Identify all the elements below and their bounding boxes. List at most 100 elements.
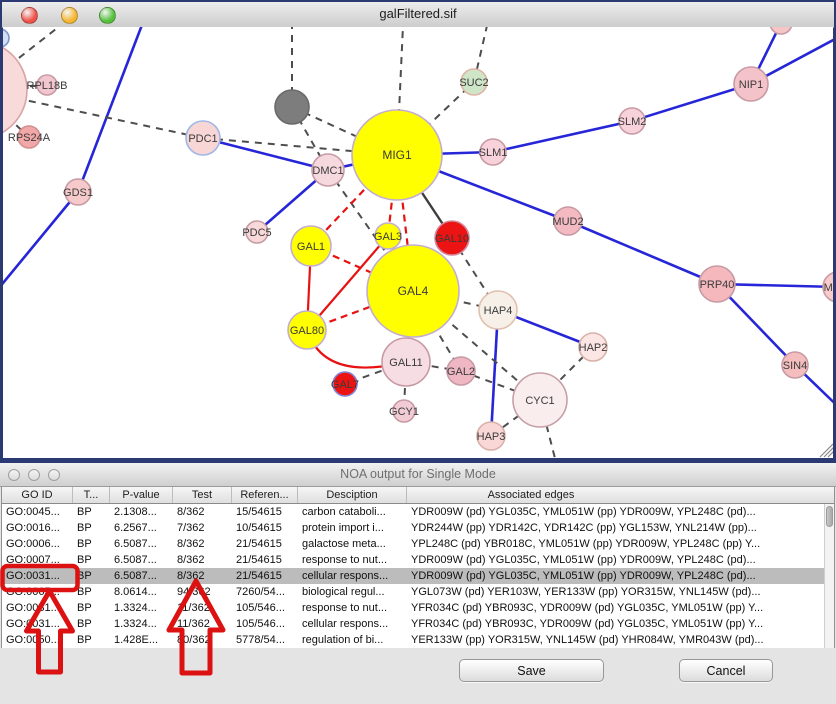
cell-test[interactable]: 7/362 — [173, 520, 232, 536]
cell-p[interactable]: 2.1308... — [110, 504, 173, 520]
column-header-type[interactable]: T... — [73, 487, 110, 503]
cell-ref[interactable]: 105/546... — [232, 616, 298, 632]
table-row[interactable]: GO:0031...BP6.5087...8/36221/54615cellul… — [2, 568, 824, 584]
cell-edges[interactable]: YDR244W (pp) YDR142C, YDR142C (pp) YGL15… — [407, 520, 824, 536]
noa-titlebar[interactable]: NOA output for Single Mode — [0, 463, 836, 487]
cell-desc[interactable]: carbon cataboli... — [298, 504, 407, 520]
cell-type[interactable]: BP — [73, 520, 110, 536]
cell-ref[interactable]: 105/546... — [232, 600, 298, 616]
cell-ref[interactable]: 21/54615 — [232, 536, 298, 552]
cell-test[interactable]: 8/362 — [173, 552, 232, 568]
cancel-button[interactable]: Cancel — [679, 659, 773, 682]
node-label-MUD2: MUD2 — [552, 216, 583, 228]
cell-test[interactable]: 8/362 — [173, 504, 232, 520]
cell-ref[interactable]: 10/54615 — [232, 520, 298, 536]
cell-ref[interactable]: 21/54615 — [232, 552, 298, 568]
cell-type[interactable]: BP — [73, 616, 110, 632]
cell-desc[interactable]: cellular respons... — [298, 616, 407, 632]
column-header-test[interactable]: Test — [173, 487, 232, 503]
table-row[interactable]: GO:0016...BP6.2567...7/36210/54615protei… — [2, 520, 824, 536]
cell-type[interactable]: BP — [73, 632, 110, 648]
node-topnode[interactable] — [770, 27, 792, 34]
cell-test[interactable]: 11/362 — [173, 616, 232, 632]
cell-edges[interactable]: YFR034C (pd) YBR093C, YDR009W (pd) YGL03… — [407, 600, 824, 616]
table-row[interactable]: GO:0007...BP6.5087...8/36221/54615respon… — [2, 552, 824, 568]
cell-go_id[interactable]: GO:0016... — [2, 520, 73, 536]
cell-test[interactable]: 8/362 — [173, 536, 232, 552]
edge-end-GDS1[interactable] — [78, 27, 150, 192]
cell-go_id[interactable]: GO:0006... — [2, 536, 73, 552]
edge-GDS1-end[interactable] — [3, 192, 78, 294]
cell-desc[interactable]: cellular respons... — [298, 568, 407, 584]
edge-MUD2-PRP40[interactable] — [568, 221, 717, 284]
cell-p[interactable]: 1.3324... — [110, 616, 173, 632]
cell-desc[interactable]: response to nut... — [298, 552, 407, 568]
table-row[interactable]: GO:0006...BP6.5087...8/36221/54615galact… — [2, 536, 824, 552]
cell-edges[interactable]: YDR009W (pd) YGL035C, YML051W (pp) YDR00… — [407, 568, 824, 584]
node-bluefrag[interactable] — [3, 29, 9, 47]
cell-type[interactable]: BP — [73, 584, 110, 600]
column-header-ref[interactable]: Referen... — [232, 487, 298, 503]
cell-p[interactable]: 8.0614... — [110, 584, 173, 600]
edge-SLM2-NIP1[interactable] — [632, 84, 751, 121]
cell-ref[interactable]: 7260/54... — [232, 584, 298, 600]
cell-desc[interactable]: response to nut... — [298, 600, 407, 616]
cell-p[interactable]: 6.5087... — [110, 536, 173, 552]
edge-SLM1-SLM2[interactable] — [493, 121, 632, 152]
noa-window: NOA output for Single Mode GO IDT...P-va… — [0, 463, 836, 704]
cell-p[interactable]: 6.5087... — [110, 568, 173, 584]
column-header-edges[interactable]: Associated edges — [407, 487, 824, 503]
network-canvas[interactable]: RPL18BRPS24AGDS1PDC1PDC5DMC1SUC2SLM1SLM2… — [3, 27, 833, 458]
network-titlebar[interactable]: galFiltered.sif — [2, 2, 834, 28]
cell-go_id[interactable]: GO:0031... — [2, 568, 73, 584]
cell-type[interactable]: BP — [73, 600, 110, 616]
cell-go_id[interactable]: GO:0050... — [2, 632, 73, 648]
cell-test[interactable]: 8/362 — [173, 568, 232, 584]
table-row[interactable]: GO:0065...BP8.0614...94/3627260/54...bio… — [2, 584, 824, 600]
cell-type[interactable]: BP — [73, 504, 110, 520]
cell-desc[interactable]: biological regul... — [298, 584, 407, 600]
cell-test[interactable]: 94/362 — [173, 584, 232, 600]
cell-go_id[interactable]: GO:0045... — [2, 504, 73, 520]
cell-ref[interactable]: 15/54615 — [232, 504, 298, 520]
table-row[interactable]: GO:0050...BP1.428E...80/3625778/54...reg… — [2, 632, 824, 648]
cell-type[interactable]: BP — [73, 568, 110, 584]
cell-ref[interactable]: 21/54615 — [232, 568, 298, 584]
cell-edges[interactable]: YDR009W (pd) YGL035C, YML051W (pp) YDR00… — [407, 552, 824, 568]
table-row[interactable]: GO:0031...BP1.3324...11/362105/546...cel… — [2, 616, 824, 632]
cell-go_id[interactable]: GO:0031... — [2, 616, 73, 632]
cell-test[interactable]: 80/362 — [173, 632, 232, 648]
node-label-SLM1: SLM1 — [479, 147, 508, 159]
cell-edges[interactable]: YPL248C (pd) YBR018C, YML051W (pp) YDR00… — [407, 536, 824, 552]
save-button[interactable]: Save — [459, 659, 604, 682]
column-header-p[interactable]: P-value — [110, 487, 173, 503]
cell-desc[interactable]: galactose meta... — [298, 536, 407, 552]
table-row[interactable]: GO:0045...BP2.1308...8/36215/54615carbon… — [2, 504, 824, 520]
column-header-go_id[interactable]: GO ID — [2, 487, 73, 503]
cell-type[interactable]: BP — [73, 536, 110, 552]
cell-test[interactable]: 11/362 — [173, 600, 232, 616]
cell-go_id[interactable]: GO:0007... — [2, 552, 73, 568]
node-label-PRP40: PRP40 — [700, 279, 735, 291]
cell-type[interactable]: BP — [73, 552, 110, 568]
column-header-desc[interactable]: Desciption — [298, 487, 407, 503]
cell-ref[interactable]: 5778/54... — [232, 632, 298, 648]
cell-desc[interactable]: regulation of bi... — [298, 632, 407, 648]
cell-go_id[interactable]: GO:0031... — [2, 600, 73, 616]
edge-PDC1-DMC1[interactable] — [203, 138, 328, 170]
cell-p[interactable]: 1.3324... — [110, 600, 173, 616]
cell-desc[interactable]: protein import i... — [298, 520, 407, 536]
node-gray1[interactable] — [275, 90, 309, 124]
table-row[interactable]: GO:0031...BP1.3324...11/362105/546...res… — [2, 600, 824, 616]
cell-p[interactable]: 6.2567... — [110, 520, 173, 536]
scrollbar-thumb[interactable] — [826, 506, 833, 527]
cell-go_id[interactable]: GO:0065... — [2, 584, 73, 600]
cell-p[interactable]: 1.428E... — [110, 632, 173, 648]
cell-edges[interactable]: YGL073W (pd) YER103W, YER133W (pp) YOR31… — [407, 584, 824, 600]
cell-edges[interactable]: YDR009W (pd) YGL035C, YML051W (pp) YDR00… — [407, 504, 824, 520]
node-label-NIP1: NIP1 — [739, 79, 763, 91]
cell-edges[interactable]: YFR034C (pd) YBR093C, YDR009W (pd) YGL03… — [407, 616, 824, 632]
cell-p[interactable]: 6.5087... — [110, 552, 173, 568]
cell-edges[interactable]: YER133W (pp) YOR315W, YNL145W (pd) YHR08… — [407, 632, 824, 648]
table-scrollbar[interactable] — [824, 504, 834, 648]
